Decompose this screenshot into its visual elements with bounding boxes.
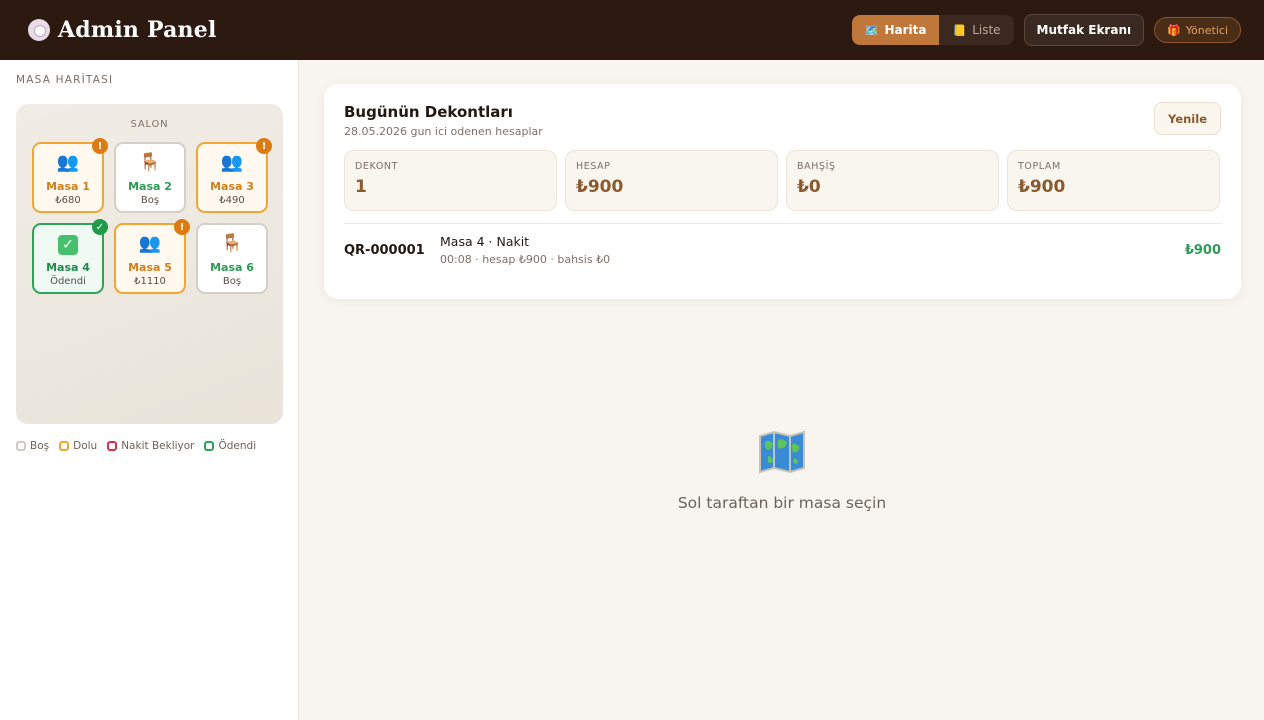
stat-value: 1 xyxy=(355,177,367,197)
alert-badge: ! xyxy=(174,219,190,235)
legend-item-nakit-bekliyor: Nakit Bekliyor xyxy=(107,440,194,452)
map-view-label: Harita xyxy=(884,23,927,37)
chair-icon: 🪑 xyxy=(138,152,162,173)
list-view-label: Liste xyxy=(972,23,1001,37)
sidebar-heading: MASA HARİTASI xyxy=(16,74,114,86)
people-icon: 👥 xyxy=(56,152,80,173)
receipts-card: Bugünün Dekontları 28.05.2026 gun ici od… xyxy=(324,84,1241,299)
receipt-detail: 00:08 · hesap ₺900 · bahsis ₺0 xyxy=(440,253,611,266)
legend-label: Dolu xyxy=(73,440,98,452)
table-name: Masa 6 xyxy=(210,261,254,274)
map-icon: 🗺️ xyxy=(864,23,879,37)
table-card-masa-4[interactable]: ✓ ✓ Masa 4 Ödendi xyxy=(32,219,108,294)
app-title: Admin Panel xyxy=(58,17,217,43)
stat-grand-total: TOPLAM ₺900 xyxy=(1007,150,1220,211)
legend-label: Ödendi xyxy=(218,440,257,452)
stat-label: TOPLAM xyxy=(1018,161,1061,172)
stat-value: ₺0 xyxy=(797,177,821,197)
receipts-title: Bugünün Dekontları xyxy=(344,103,513,121)
legend-item-odendi: Ödendi xyxy=(204,440,256,452)
table-status: ₺680 xyxy=(55,195,81,206)
manager-button[interactable]: 🎁 Yönetici xyxy=(1154,17,1241,43)
plate-icon xyxy=(28,19,50,41)
receipts-subtitle: 28.05.2026 gun ici odenen hesaplar xyxy=(344,125,543,138)
stat-value: ₺900 xyxy=(1018,177,1066,197)
stat-bill-total: HESAP ₺900 xyxy=(565,150,778,211)
table-map: SALON ! 👥 Masa 1 ₺680 🪑 Masa 2 Boş ! 👥 M… xyxy=(16,104,283,424)
table-grid: ! 👥 Masa 1 ₺680 🪑 Masa 2 Boş ! 👥 Masa 3 … xyxy=(32,138,272,294)
table-card-masa-2[interactable]: 🪑 Masa 2 Boş xyxy=(114,142,186,213)
refresh-button[interactable]: Yenile xyxy=(1154,102,1221,135)
receipt-amount: ₺900 xyxy=(1184,242,1221,258)
table-name: Masa 5 xyxy=(128,261,172,274)
table-name: Masa 3 xyxy=(210,180,254,193)
receipt-info: Masa 4 · Nakit 00:08 · hesap ₺900 · bahs… xyxy=(440,234,1185,266)
receipt-code: QR-000001 xyxy=(344,242,425,258)
main-content: Bugünün Dekontları 28.05.2026 gun ici od… xyxy=(300,60,1264,720)
status-legend: Boş Dolu Nakit Bekliyor Ödendi xyxy=(16,440,282,452)
sidebar: MASA HARİTASI SALON ! 👥 Masa 1 ₺680 🪑 Ma… xyxy=(0,60,299,720)
table-name: Masa 2 xyxy=(128,180,172,193)
empty-state: Sol taraftan bir masa seçin xyxy=(300,430,1264,512)
alert-badge: ! xyxy=(92,138,108,154)
legend-label: Boş xyxy=(30,440,50,452)
table-card-masa-5[interactable]: ! 👥 Masa 5 ₺1110 xyxy=(114,219,190,294)
stat-value: ₺900 xyxy=(576,177,624,197)
brand: Admin Panel xyxy=(28,17,217,43)
legend-item-dolu: Dolu xyxy=(59,440,97,452)
area-label: SALON xyxy=(130,119,169,130)
people-icon: 👥 xyxy=(138,233,162,254)
people-icon: 👥 xyxy=(220,152,244,173)
book-icon: 📒 xyxy=(952,23,967,37)
table-name: Masa 1 xyxy=(46,180,90,193)
stat-label: HESAP xyxy=(576,161,611,172)
world-map-icon xyxy=(758,430,806,478)
manager-label: Yönetici xyxy=(1185,23,1228,37)
legend-swatch xyxy=(59,441,70,451)
kitchen-screen-button[interactable]: Mutfak Ekranı xyxy=(1023,14,1145,46)
check-icon: ✓ xyxy=(58,235,78,255)
map-view-button[interactable]: 🗺️ Harita xyxy=(851,15,940,45)
table-card-masa-6[interactable]: 🪑 Masa 6 Boş xyxy=(196,223,268,294)
alert-badge: ! xyxy=(256,138,272,154)
stat-tip-total: BAHŞİŞ ₺0 xyxy=(786,150,999,211)
empty-state-text: Sol taraftan bir masa seçin xyxy=(677,494,887,512)
chair-icon: 🪑 xyxy=(220,233,244,254)
receipt-stats: DEKONT 1 HESAP ₺900 BAHŞİŞ ₺0 TOPLAM ₺90… xyxy=(344,150,1221,211)
top-bar: Admin Panel 🗺️ Harita 📒 Liste Mutfak Ekr… xyxy=(0,0,1264,60)
table-card-masa-1[interactable]: ! 👥 Masa 1 ₺680 xyxy=(32,138,108,213)
list-view-button[interactable]: 📒 Liste xyxy=(939,15,1013,45)
legend-swatch xyxy=(107,441,118,451)
table-status: ₺1110 xyxy=(134,276,166,287)
table-status: Ödendi xyxy=(50,276,86,287)
paid-badge: ✓ xyxy=(92,219,108,235)
view-toggle: 🗺️ Harita 📒 Liste xyxy=(851,15,1014,45)
gift-icon: 🎁 xyxy=(1167,23,1181,37)
legend-swatch xyxy=(16,441,26,451)
stat-receipt-count: DEKONT 1 xyxy=(344,150,557,211)
receipt-row[interactable]: QR-000001 Masa 4 · Nakit 00:08 · hesap ₺… xyxy=(344,234,1221,266)
table-card-masa-3[interactable]: ! 👥 Masa 3 ₺490 xyxy=(196,138,272,213)
table-name: Masa 4 xyxy=(46,261,90,274)
stat-label: BAHŞİŞ xyxy=(797,161,836,172)
stat-label: DEKONT xyxy=(355,161,399,172)
receipt-title: Masa 4 · Nakit xyxy=(440,234,530,249)
table-status: ₺490 xyxy=(219,195,245,206)
legend-label: Nakit Bekliyor xyxy=(121,440,195,452)
table-status: Boş xyxy=(222,276,242,287)
table-status: Boş xyxy=(140,195,160,206)
divider xyxy=(344,223,1221,224)
legend-item-bos: Boş xyxy=(16,440,49,452)
legend-swatch xyxy=(204,441,215,451)
